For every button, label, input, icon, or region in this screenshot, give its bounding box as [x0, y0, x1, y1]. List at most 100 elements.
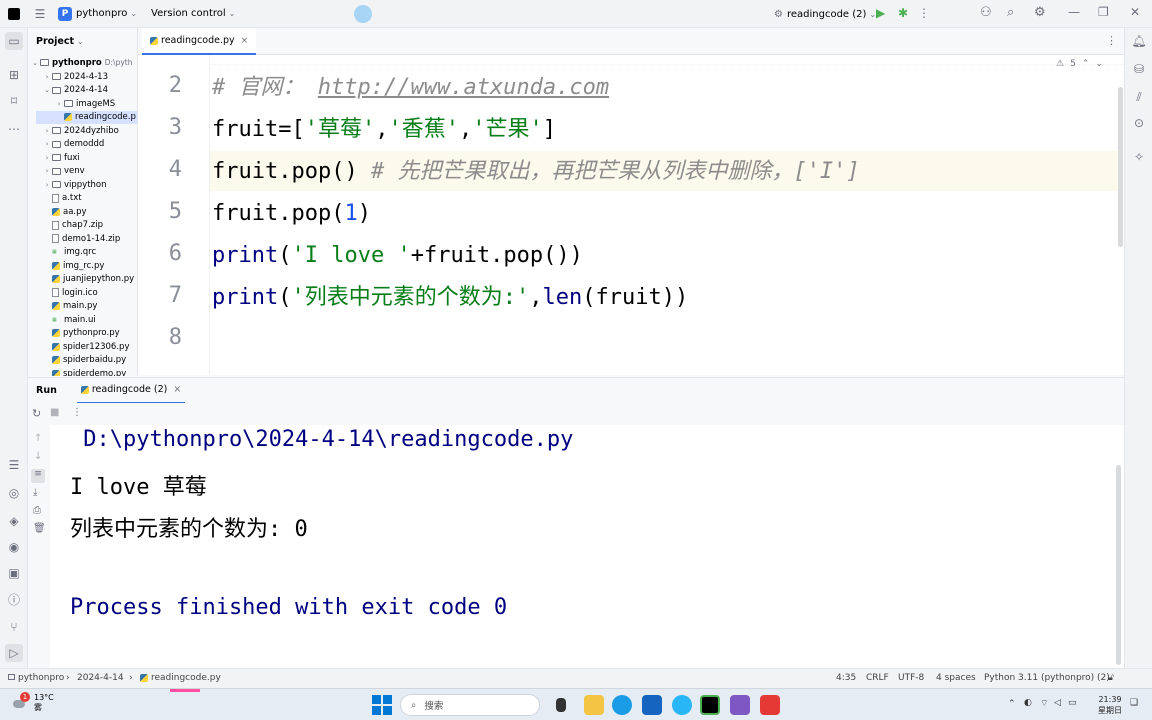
- chevron-down-icon[interactable]: ⌄: [1095, 59, 1103, 69]
- arrow-up-icon[interactable]: ↑: [34, 433, 42, 444]
- tree-item[interactable]: › demoddd: [42, 138, 105, 152]
- code-line[interactable]: print('I love '+fruit.pop()): [212, 239, 583, 273]
- tree-item[interactable]: juanjiepython.py: [42, 273, 134, 287]
- code-line[interactable]: fruit.pop() # 先把芒果取出，再把芒果从列表中删除，['I']: [212, 155, 860, 189]
- editor-tab-readingcode[interactable]: readingcode.py ×: [142, 28, 257, 55]
- editor-scrollbar[interactable]: [1118, 87, 1123, 247]
- services-icon[interactable]: ◉: [5, 538, 23, 556]
- code-line[interactable]: fruit.pop(1): [212, 197, 371, 231]
- indent-setting[interactable]: 4 spaces: [936, 673, 976, 683]
- python-interpreter[interactable]: Python 3.11 (pythonpro) (2): [984, 673, 1110, 683]
- tree-item[interactable]: ▦ img.qrc: [42, 246, 96, 260]
- console-scrollbar[interactable]: [1116, 465, 1121, 665]
- inspection-widget[interactable]: ⚠ 5 ⌃ ⌄: [1056, 59, 1103, 69]
- expand-arrow-icon[interactable]: ›: [42, 154, 52, 162]
- scroll-to-end-icon[interactable]: ⤓: [33, 487, 37, 498]
- project-switcher[interactable]: P pythonpro ⌄: [52, 0, 143, 28]
- expand-arrow-icon[interactable]: ›: [42, 127, 52, 135]
- tree-item[interactable]: ▦ main.ui: [42, 313, 96, 327]
- notification-center-icon[interactable]: ❑: [1130, 698, 1138, 708]
- ai-assistant-icon[interactable]: ✧: [1130, 148, 1148, 166]
- wifi-icon[interactable]: ⌔: [1040, 698, 1048, 709]
- tree-item[interactable]: img_rc.py: [42, 259, 104, 273]
- tree-item[interactable]: › 2024dyzhibo: [42, 124, 119, 138]
- add-user-icon[interactable]: ⚇: [980, 5, 992, 20]
- tree-item[interactable]: › vippython: [42, 178, 107, 192]
- expand-arrow-icon[interactable]: ›: [54, 100, 64, 108]
- project-panel-header[interactable]: Project ⌄: [28, 28, 137, 54]
- tree-item[interactable]: › 2024-4-13: [42, 70, 108, 84]
- code-line[interactable]: print('列表中元素的个数为:',len(fruit)): [212, 281, 688, 315]
- tree-item[interactable]: aa.py: [42, 205, 87, 219]
- task-view-icon[interactable]: [556, 698, 566, 712]
- bookmarks-icon[interactable]: ⌑: [5, 92, 23, 110]
- tree-item[interactable]: spiderdemo.py: [42, 367, 126, 376]
- layers-icon[interactable]: ◈: [5, 512, 23, 530]
- search-icon[interactable]: ⌕: [1007, 5, 1014, 20]
- tray-app-icon[interactable]: ◐: [1024, 698, 1032, 708]
- problems-icon[interactable]: ⓘ: [5, 590, 23, 608]
- main-menu-icon[interactable]: ☰: [28, 0, 52, 28]
- volume-icon[interactable]: ◁: [1054, 698, 1061, 708]
- close-tab-icon[interactable]: ×: [173, 384, 181, 395]
- scientific-mode-icon[interactable]: ⫽: [1130, 88, 1148, 106]
- tree-item[interactable]: login.ico: [42, 286, 98, 300]
- tree-item[interactable]: ⌄ 2024-4-14: [42, 84, 108, 98]
- caret-position[interactable]: 4:35: [836, 673, 856, 683]
- print-icon[interactable]: ⎙: [33, 505, 41, 516]
- project-tool-folder-icon[interactable]: ▭: [5, 32, 23, 50]
- battery-icon[interactable]: ▭: [1068, 698, 1077, 708]
- more-tools-icon[interactable]: ⋯: [5, 120, 23, 138]
- app-b-icon[interactable]: [642, 695, 662, 715]
- tray-chevron-icon[interactable]: ⌃: [1008, 699, 1016, 709]
- debug-icon[interactable]: ✱: [898, 6, 908, 20]
- tree-item[interactable]: › fuxi: [42, 151, 80, 165]
- vcs-menu[interactable]: Version control ⌄: [143, 0, 243, 28]
- tree-item[interactable]: a.txt: [42, 192, 82, 206]
- minimize-icon[interactable]: —: [1068, 5, 1080, 19]
- todo-list-icon[interactable]: ☰: [5, 456, 23, 474]
- coverage-icon[interactable]: ⊙: [1130, 114, 1148, 132]
- code-editor[interactable]: 2 3 4 5 6 7 8 # 官网： http://www.atxunda.com frui…: [138, 55, 1124, 375]
- trash-icon[interactable]: 🗑︎: [33, 523, 46, 534]
- database-icon[interactable]: ⛁: [1130, 60, 1148, 78]
- breadcrumb-folder[interactable]: 2024-4-14: [77, 673, 124, 683]
- breadcrumb-project[interactable]: pythonpro: [8, 673, 64, 683]
- terminal-icon[interactable]: ▣: [5, 564, 23, 582]
- app-c-icon[interactable]: [760, 695, 780, 715]
- more-icon[interactable]: ⋮: [72, 407, 82, 418]
- git-icon[interactable]: ⑂: [5, 618, 23, 636]
- expand-arrow-icon[interactable]: ⌄: [30, 59, 40, 67]
- pycharm-icon[interactable]: [700, 695, 720, 715]
- app-logo-icon[interactable]: [0, 0, 28, 28]
- tree-item[interactable]: › imageMS: [54, 97, 116, 111]
- tree-item[interactable]: demo1-14.zip: [42, 232, 120, 246]
- file-encoding[interactable]: UTF-8: [898, 673, 924, 683]
- more-actions-icon[interactable]: ⋮: [918, 6, 930, 20]
- file-explorer-icon[interactable]: [584, 695, 604, 715]
- run-tool-icon[interactable]: ▷: [5, 644, 23, 662]
- chevron-up-icon[interactable]: ⌃: [1082, 59, 1090, 69]
- edge-browser-icon[interactable]: [612, 695, 632, 715]
- lock-icon[interactable]: 🔓︎: [1108, 673, 1114, 683]
- code-line[interactable]: fruit=['草莓','香蕉','芒果']: [212, 113, 556, 147]
- windows-start-icon[interactable]: [372, 695, 392, 715]
- tree-item[interactable]: spider12306.py: [42, 340, 129, 354]
- arrow-down-icon[interactable]: ↓: [34, 451, 42, 462]
- taskbar-search[interactable]: ⌕ 搜索: [400, 694, 540, 716]
- code-line[interactable]: # 官网： http://www.atxunda.com: [212, 71, 609, 105]
- tree-root[interactable]: ⌄ pythonpro D:\pyth: [30, 56, 132, 70]
- weather-widget[interactable]: 1 13°C 雾: [10, 692, 54, 713]
- tree-item[interactable]: › venv: [42, 165, 85, 179]
- maximize-icon[interactable]: ❐: [1098, 5, 1109, 19]
- structure-icon[interactable]: ⊞: [5, 66, 23, 84]
- settings-gear-icon[interactable]: ⚙: [1034, 5, 1046, 20]
- stop-icon[interactable]: ■: [50, 407, 59, 418]
- tree-item[interactable]: spiderbaidu.py: [42, 354, 126, 368]
- notifications-bell-icon[interactable]: 🔔︎: [1130, 32, 1148, 50]
- expand-arrow-icon[interactable]: ⌄: [42, 86, 52, 94]
- expand-arrow-icon[interactable]: ›: [42, 167, 52, 175]
- close-tab-icon[interactable]: ×: [241, 36, 249, 46]
- edge-alt-icon[interactable]: [672, 695, 692, 715]
- expand-arrow-icon[interactable]: ›: [42, 73, 52, 81]
